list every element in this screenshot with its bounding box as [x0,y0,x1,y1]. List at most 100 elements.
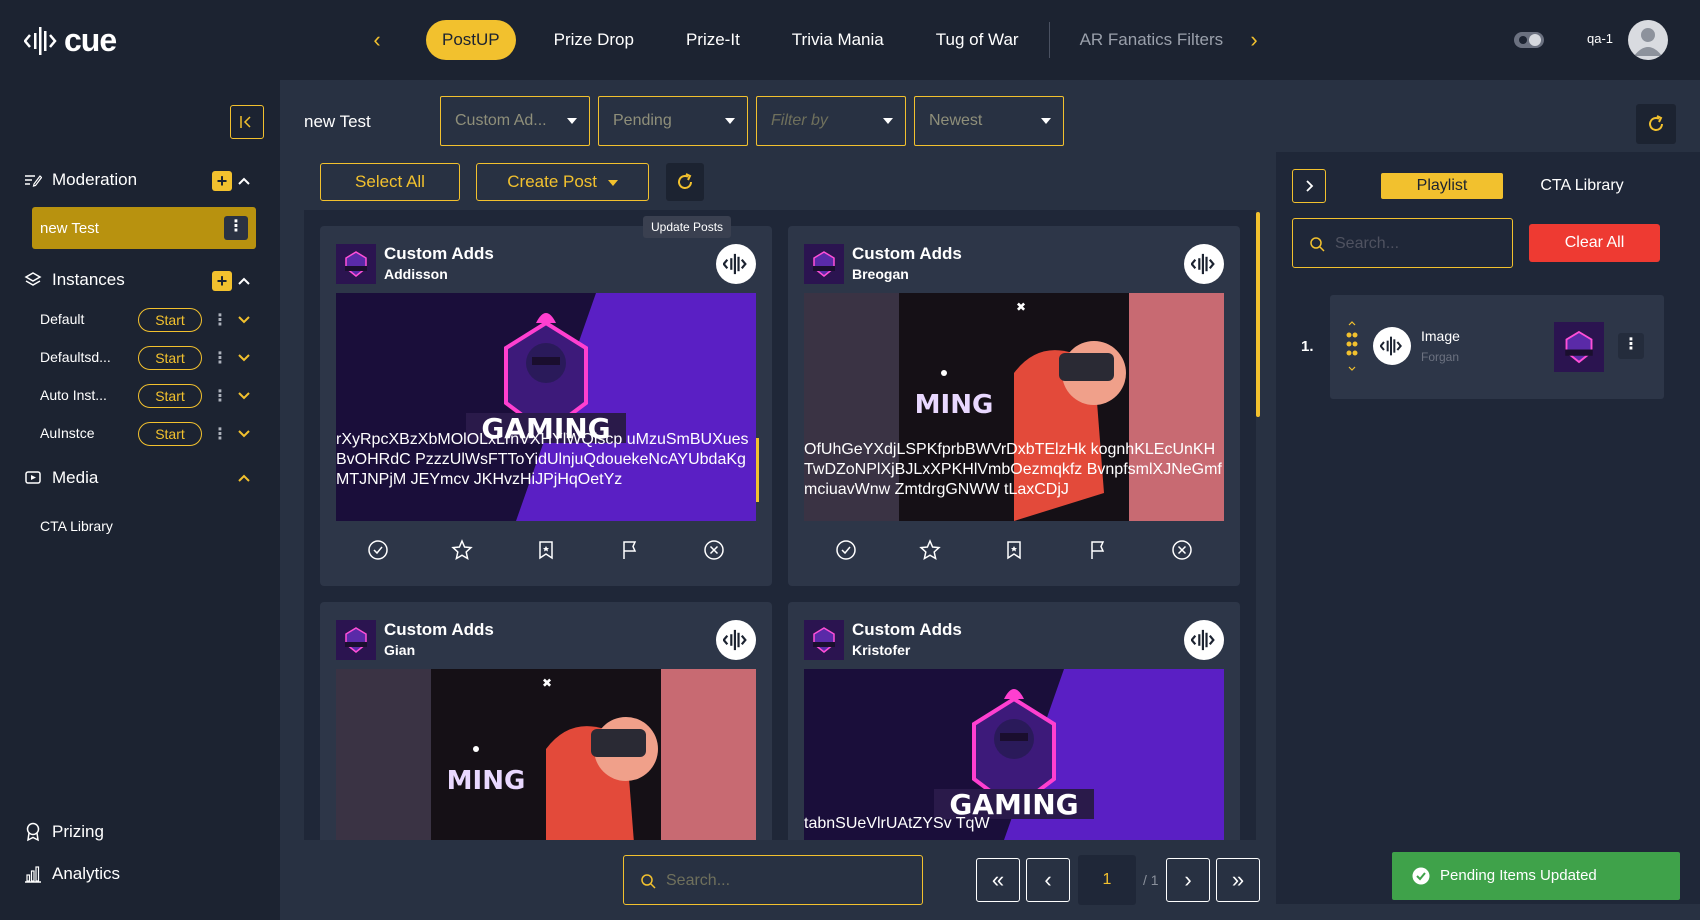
kebab-menu-icon[interactable]: ⋮ [212,348,228,368]
app-logo[interactable]: cue [24,22,117,59]
instance-start-button[interactable]: Start [138,384,202,408]
chevron-down-icon[interactable] [236,388,252,404]
kebab-menu-icon[interactable]: ⋮ [212,424,228,444]
bookmark-icon[interactable] [534,538,558,562]
post-author: Kristofer [852,642,911,658]
chevron-up-icon[interactable] [236,273,252,289]
tabs-next-arrow-icon[interactable]: › [1244,28,1264,52]
flag-icon[interactable] [1086,538,1110,562]
avatar[interactable] [1628,20,1668,60]
caret-down-icon [1041,118,1051,124]
moderation-section[interactable]: Moderation [24,170,137,190]
star-icon[interactable] [450,538,474,562]
sidebar-collapse-button[interactable] [230,105,264,139]
update-posts-button[interactable] [666,163,704,201]
cue-badge-icon[interactable] [1184,244,1224,284]
sort-select[interactable]: Newest [914,96,1064,146]
add-moderation-button[interactable]: + [212,171,232,191]
tab-cta-library[interactable]: CTA Library [1530,173,1634,199]
grid-scrollbar[interactable] [1256,212,1260,417]
tab-prize-drop[interactable]: Prize Drop [528,20,660,60]
post-avatar [804,244,844,284]
source-select-value: Custom Ad... [455,112,547,129]
add-instance-button[interactable]: + [212,271,232,291]
chevron-up-icon[interactable] [236,173,252,189]
tab-tug-of-war[interactable]: Tug of War [910,20,1045,60]
tabs-prev-arrow-icon[interactable]: ‹ [367,28,387,52]
instance-start-button[interactable]: Start [138,346,202,370]
chevron-down-icon[interactable] [236,426,252,442]
tab-trivia-mania[interactable]: Trivia Mania [766,20,910,60]
chevron-down-icon[interactable] [236,312,252,328]
playlist-search-input[interactable]: Search... [1292,218,1513,268]
playlist-refresh-button[interactable] [1636,104,1676,144]
sidebar-item-prizing[interactable]: Prizing [24,822,104,842]
caret-down-icon [607,179,618,186]
svg-text:MING: MING [915,390,994,420]
caption-scrollbar[interactable] [756,438,759,502]
last-page-button[interactable]: » [1216,858,1260,902]
instance-start-button[interactable]: Start [138,308,202,332]
create-post-button[interactable]: Create Post [476,163,649,201]
search-icon [641,874,656,889]
post-title: Custom Adds [852,244,962,263]
flag-icon[interactable] [618,538,642,562]
kebab-menu-icon[interactable]: ⋮ [212,310,228,330]
post-card[interactable]: Custom Adds Kristofer GAMING tabnSUeVlrU… [788,602,1240,840]
post-card[interactable]: Custom Adds Breogan MING ✖ OfUhGeYXdjLSP… [788,226,1240,586]
playlist-expand-button[interactable] [1292,169,1326,203]
tab-ar-fanatics-filters[interactable]: AR Fanatics Filters [1054,20,1250,60]
moderation-item-new-test[interactable]: new Test ⋮ [32,207,256,249]
approve-icon[interactable] [834,538,858,562]
approve-icon[interactable] [366,538,390,562]
post-card[interactable]: Custom Adds Gian MING ✖ [320,602,772,840]
post-avatar [336,244,376,284]
instance-row: Defaultsd... Start ⋮ [40,346,260,370]
cue-badge-icon[interactable] [716,620,756,660]
bookmark-icon[interactable] [1002,538,1026,562]
media-section[interactable]: Media [24,468,98,488]
posts-search-input[interactable]: Search... [623,855,923,905]
theme-toggle-icon[interactable] [1514,30,1544,50]
tab-postup[interactable]: PostUP [426,20,516,60]
first-page-button[interactable]: « [976,858,1020,902]
chevron-up-icon[interactable] [236,470,252,486]
cue-badge-icon[interactable] [716,244,756,284]
status-select[interactable]: Pending [598,96,748,146]
post-card[interactable]: Custom Adds Addisson GAMING rXyRpcXBzXbM… [320,226,772,586]
cue-badge-icon[interactable] [1184,620,1224,660]
playlist-item[interactable]: Image Forgan ⋮ [1330,295,1664,399]
instance-start-button[interactable]: Start [138,422,202,446]
prev-page-button[interactable]: ‹ [1026,858,1070,902]
next-page-button[interactable]: › [1166,858,1210,902]
drag-handle-icon[interactable] [1344,319,1360,375]
clear-all-button[interactable]: Clear All [1529,224,1660,262]
chevron-down-icon[interactable] [236,350,252,366]
media-label: Media [52,468,99,487]
kebab-menu-icon[interactable]: ⋮ [1618,333,1644,359]
page-number[interactable]: 1 [1078,855,1136,905]
post-actions [804,538,1224,562]
tab-playlist[interactable]: Playlist [1381,173,1503,199]
source-select[interactable]: Custom Ad... [440,96,590,146]
refresh-icon [678,173,692,189]
sidebar [0,80,280,920]
star-icon[interactable] [918,538,942,562]
sidebar-item-analytics[interactable]: Analytics [24,864,120,884]
select-all-button[interactable]: Select All [320,163,460,201]
search-placeholder: Search... [666,872,731,889]
reject-icon[interactable] [1170,538,1194,562]
tab-prize-it[interactable]: Prize-It [660,20,766,60]
kebab-menu-icon[interactable]: ⋮ [212,386,228,406]
filter-by-select[interactable]: Filter by [756,96,906,146]
sidebar-item-cta-library[interactable]: CTA Library [40,518,113,534]
create-post-label: Create Post [507,172,598,191]
reject-icon[interactable] [702,538,726,562]
user-name[interactable]: qa-1 [1587,31,1613,46]
layers-icon [24,272,42,286]
tabs-divider [1048,22,1050,58]
post-image: MING ✖ [336,669,756,840]
instances-section[interactable]: Instances [24,270,125,290]
kebab-menu-icon[interactable]: ⋮ [224,216,248,240]
instance-row: AuInstce Start ⋮ [40,422,260,446]
